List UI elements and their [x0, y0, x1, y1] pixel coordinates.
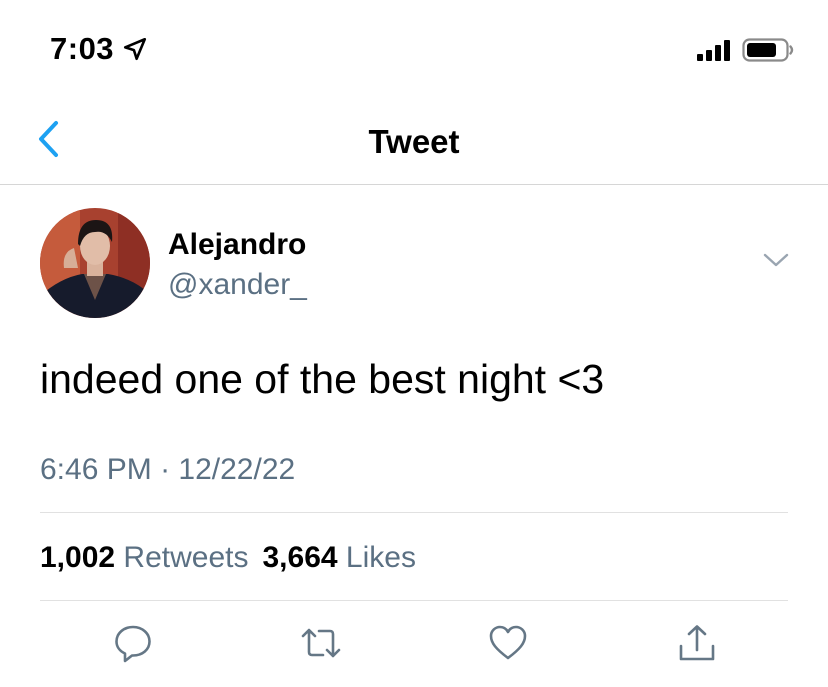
chevron-down-icon	[763, 253, 789, 267]
tweet-text: indeed one of the best night <3	[40, 356, 605, 402]
reply-button[interactable]	[112, 622, 154, 664]
retweet-button[interactable]	[300, 622, 342, 664]
divider	[40, 600, 788, 601]
share-button[interactable]	[676, 622, 718, 664]
author-handle[interactable]: @xander_	[168, 268, 307, 302]
author-display-name[interactable]: Alejandro	[168, 228, 306, 262]
page-title: Tweet	[368, 123, 460, 160]
timestamp-separator: ·	[160, 453, 171, 486]
retweet-count: 1,002	[40, 541, 116, 574]
action-bar	[0, 622, 828, 666]
tweet-time: 6:46 PM	[40, 453, 152, 486]
engagement-stats: 1,002 Retweets 3,664 Likes	[40, 541, 416, 575]
reply-icon	[115, 625, 151, 663]
likes-stat[interactable]: 3,664 Likes	[262, 541, 415, 575]
avatar[interactable]	[40, 208, 150, 318]
more-options-button[interactable]	[762, 250, 790, 270]
status-indicators	[697, 38, 794, 62]
retweets-stat[interactable]: 1,002 Retweets	[40, 541, 248, 575]
divider	[40, 512, 788, 513]
retweet-icon	[301, 628, 341, 658]
tweet-date: 12/22/22	[178, 453, 296, 486]
status-time-text: 7:03	[50, 31, 115, 66]
status-time: 7:03	[50, 31, 148, 67]
location-arrow-icon	[123, 37, 147, 61]
cellular-signal-icon	[697, 39, 730, 61]
tweet-timestamp: 6:46 PM · 12/22/22	[40, 453, 295, 487]
like-button[interactable]	[487, 622, 529, 664]
heart-icon	[489, 625, 527, 660]
share-icon	[679, 625, 715, 661]
avatar-image	[40, 208, 150, 318]
nav-bar: Tweet	[0, 95, 828, 185]
like-label: Likes	[345, 541, 416, 574]
like-count: 3,664	[262, 541, 338, 574]
tweet-detail-screen: 7:03 Tweet Alejandro @xander_ indeed one…	[0, 0, 828, 687]
retweet-label: Retweets	[123, 541, 249, 574]
battery-icon	[742, 38, 794, 62]
